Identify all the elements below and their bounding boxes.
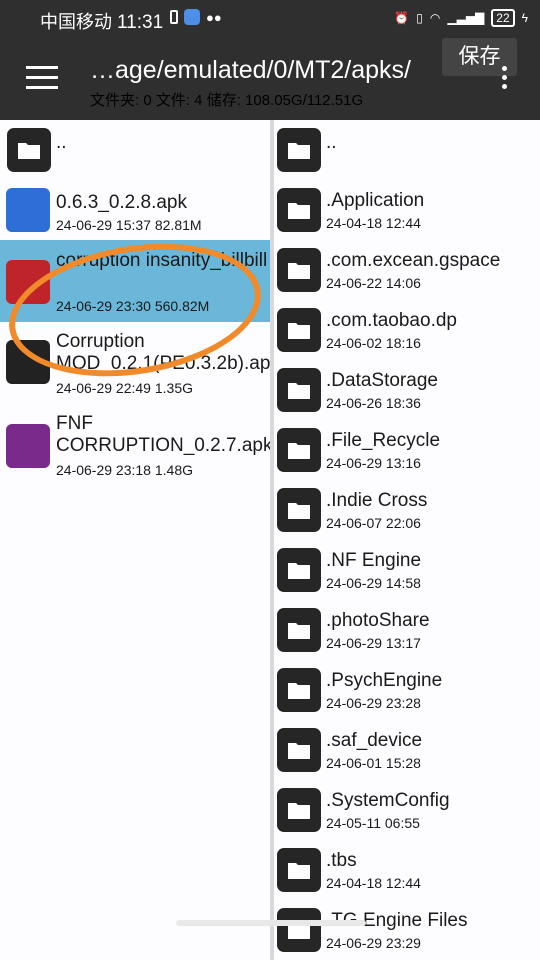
folder-name: .Application — [326, 190, 425, 211]
folder-meta: 24-06-29 23:28 — [326, 695, 421, 711]
battery-icon: 22 — [491, 9, 515, 27]
hamburger-icon — [26, 66, 58, 69]
folder-meta: 24-06-29 13:17 — [326, 635, 421, 651]
folder-name: .com.excean.gspace — [326, 250, 501, 271]
folder-icon — [277, 188, 321, 232]
clock: 11:31 — [117, 12, 164, 33]
current-path: …age/emulated/0/MT2/apks/ — [90, 56, 411, 84]
folder-row[interactable]: .photoShare 24-06-29 13:17 — [274, 600, 540, 660]
left-file-pane[interactable]: .. 0.6.3_0.2.8.apk 24-06-29 15:37 82.81M… — [0, 120, 270, 960]
more-options-button[interactable] — [496, 66, 512, 92]
folder-icon — [277, 608, 321, 652]
folder-row[interactable]: .com.excean.gspace 24-06-22 14:06 — [274, 240, 540, 300]
folder-icon — [277, 728, 321, 772]
folder-row[interactable]: .Application 24-04-18 12:44 — [274, 180, 540, 240]
folder-icon — [277, 668, 321, 712]
folder-row[interactable]: .tbs 24-04-18 12:44 — [274, 840, 540, 900]
folder-row[interactable]: .SystemConfig 24-05-11 06:55 — [274, 780, 540, 840]
status-carrier-time: 中国移动 11:31 — [40, 8, 163, 34]
folder-row[interactable]: .NF Engine 24-06-29 14:58 — [274, 540, 540, 600]
right-file-pane[interactable]: .. .Application 24-04-18 12:44 .com.excean… — [274, 120, 540, 960]
folder-icon — [277, 368, 321, 412]
folder-meta: 24-06-26 18:36 — [326, 395, 421, 411]
file-meta: 24-06-29 23:18 1.48G — [56, 462, 193, 478]
folder-meta: 24-05-11 06:55 — [326, 815, 420, 831]
notification-icons: ●● — [170, 9, 222, 25]
folder-row[interactable]: .PsychEngine 24-06-29 23:28 — [274, 660, 540, 720]
file-meta: 24-06-29 23:30 560.82M — [56, 298, 210, 314]
vibrate-icon: ▯ — [416, 11, 423, 25]
folder-meta: 24-06-22 14:06 — [326, 275, 421, 291]
folder-icon — [277, 128, 321, 172]
folder-name: .Indie Cross — [326, 490, 428, 511]
apk-app-icon — [6, 260, 50, 304]
system-icons: ⏰ ▯ ◠ ▁▃▅▇ 22 ϟ — [394, 9, 528, 27]
parent-dir-row-right[interactable]: .. — [274, 120, 540, 180]
app-notification-icon — [184, 9, 200, 25]
folder-icon — [277, 788, 321, 832]
file-row[interactable]: Corruption MOD_0.2.1(PE0.3.2b).apk 24-06… — [0, 328, 270, 406]
folder-meta: 24-06-29 23:29 — [326, 935, 421, 951]
folder-name: .SystemConfig — [326, 790, 450, 811]
parent-dir-row-left[interactable]: .. — [0, 120, 270, 176]
folder-meta: 24-06-01 15:28 — [326, 755, 421, 771]
folder-meta: 24-06-02 18:16 — [326, 335, 421, 351]
file-row[interactable]: 0.6.3_0.2.8.apk 24-06-29 15:37 82.81M — [0, 182, 270, 240]
folder-icon — [277, 548, 321, 592]
folder-row[interactable]: .com.taobao.dp 24-06-02 18:16 — [274, 300, 540, 360]
alarm-icon: ⏰ — [394, 11, 410, 25]
folder-meta: 24-06-07 22:06 — [326, 515, 421, 531]
folder-meta: 24-06-29 14:58 — [326, 575, 421, 591]
carrier-label: 中国移动 — [40, 12, 112, 32]
folder-name: .tbs — [326, 850, 357, 871]
folder-row[interactable]: .saf_device 24-06-01 15:28 — [274, 720, 540, 780]
folder-icon — [277, 848, 321, 892]
folder-meta: 24-04-18 12:44 — [326, 215, 421, 231]
app-toolbar: 中国移动 11:31 ●● ⏰ ▯ ◠ ▁▃▅▇ 22 ϟ …age/emula… — [0, 0, 540, 120]
folder-name: .DataStorage — [326, 370, 438, 391]
file-meta: 24-06-29 15:37 82.81M — [56, 217, 202, 233]
folder-name: .photoShare — [326, 610, 430, 631]
apk-app-icon — [6, 188, 50, 232]
folder-row[interactable]: .File_Recycle 24-06-29 13:16 — [274, 420, 540, 480]
sim-icon — [170, 10, 178, 24]
charging-icon: ϟ — [521, 11, 528, 25]
folder-name: .com.taobao.dp — [326, 310, 457, 331]
file-name: 0.6.3_0.2.8.apk — [56, 192, 187, 213]
folder-icon — [277, 908, 321, 952]
file-row[interactable]: FNF CORRUPTION_0.2.7.apk 24-06-29 23:18 … — [0, 410, 270, 488]
parent-dir-label: .. — [56, 132, 67, 153]
folder-icon — [277, 248, 321, 292]
file-name: corruption insanity_billbill屑小青. — [56, 250, 266, 271]
status-bar: 中国移动 11:31 ●● ⏰ ▯ ◠ ▁▃▅▇ 22 ϟ — [0, 0, 540, 36]
folder-icon — [277, 488, 321, 532]
folder-meta: 24-06-29 13:16 — [326, 455, 421, 471]
folder-name: .File_Recycle — [326, 430, 441, 451]
parent-dir-label: .. — [326, 132, 337, 153]
folder-row[interactable]: .Indie Cross 24-06-07 22:06 — [274, 480, 540, 540]
gesture-nav-bar[interactable] — [176, 920, 366, 926]
apk-app-icon — [6, 424, 50, 468]
folder-icon — [7, 128, 51, 172]
folder-icon — [277, 428, 321, 472]
more-vert-icon — [501, 66, 507, 71]
apk-app-icon — [6, 340, 50, 384]
folder-row[interactable]: .TG Engine Files 24-06-29 23:29 — [274, 900, 540, 960]
folder-summary: 文件夹: 0 文件: 4 储存: 108.05G/112.51G — [90, 92, 364, 109]
file-meta: 24-06-29 22:49 1.35G — [56, 380, 193, 396]
wechat-icon: ●● — [206, 9, 222, 25]
signal-icon: ▁▃▅▇ — [447, 11, 485, 25]
folder-icon — [277, 308, 321, 352]
folder-name: .PsychEngine — [326, 670, 443, 691]
folder-row[interactable]: .DataStorage 24-06-26 18:36 — [274, 360, 540, 420]
file-name: FNF CORRUPTION_0.2.7.apk — [56, 413, 270, 456]
folder-name: .NF Engine — [326, 550, 422, 571]
file-name: Corruption MOD_0.2.1(PE0.3.2b).apk — [56, 331, 270, 374]
wifi-icon: ◠ — [429, 11, 441, 25]
folder-meta: 24-04-18 12:44 — [326, 875, 421, 891]
menu-button[interactable] — [26, 66, 58, 90]
folder-name: .saf_device — [326, 730, 423, 751]
file-row-selected[interactable]: corruption insanity_billbill屑小青. 24-06-2… — [0, 240, 270, 322]
